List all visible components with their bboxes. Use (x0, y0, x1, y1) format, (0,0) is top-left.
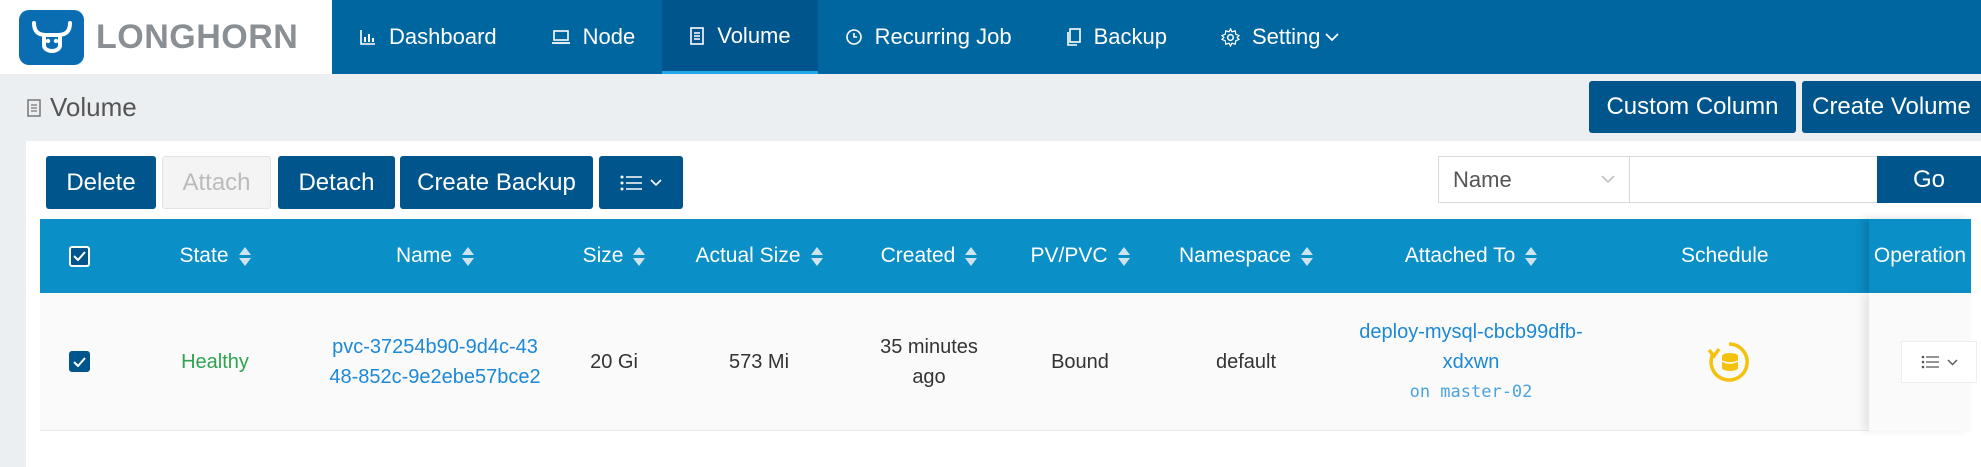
column-header-name[interactable]: Name (311, 219, 559, 293)
column-header-actual-size[interactable]: Actual Size (669, 219, 849, 293)
nav-setting[interactable]: Setting (1194, 0, 1368, 74)
laptop-icon (551, 30, 570, 44)
recurring-backup-icon[interactable] (1707, 340, 1751, 384)
check-icon (73, 251, 86, 261)
column-label: Schedule (1681, 244, 1769, 267)
create-volume-button[interactable]: Create Volume (1802, 81, 1981, 133)
schedule-cell (1681, 293, 1791, 430)
column-label: Created (880, 244, 956, 267)
nav-recurring-job[interactable]: Recurring Job (818, 0, 1039, 74)
table-header: State Name Size Actual Size Created PV/P… (40, 219, 1971, 293)
actual-size-cell: 573 Mi (728, 350, 790, 373)
detach-button[interactable]: Detach (278, 156, 395, 209)
copy-icon (1066, 28, 1081, 46)
column-label: Namespace (1178, 244, 1292, 267)
volume-icon (27, 98, 41, 117)
volume-icon (690, 26, 705, 45)
column-header-operation: Operation (1869, 219, 1971, 293)
sort-icon (462, 246, 475, 266)
volume-name-line: 48-852c-9e2ebe57bce2 (329, 365, 541, 388)
longhorn-logo-icon (19, 9, 84, 65)
volume-name-line: pvc-37254b90-9d4c-43 (332, 335, 538, 358)
nav-label: Backup (1093, 24, 1167, 49)
sort-icon (1525, 246, 1538, 266)
column-label: Actual Size (695, 244, 801, 267)
nav-label: Dashboard (389, 24, 497, 49)
select-all-checkbox[interactable] (69, 245, 90, 267)
create-backup-button[interactable]: Create Backup (400, 156, 593, 209)
row-checkbox[interactable] (69, 351, 90, 372)
delete-button[interactable]: Delete (46, 156, 156, 209)
column-header-size[interactable]: Size (559, 219, 669, 293)
custom-column-button[interactable]: Custom Column (1589, 81, 1796, 133)
page-title-text: Volume (50, 92, 137, 122)
main-nav: Dashboard Node Volume Recurring Job Back… (332, 0, 1367, 74)
nav-dashboard[interactable]: Dashboard (332, 0, 524, 74)
row-select-cell (40, 293, 119, 430)
logo[interactable]: LONGHORN (0, 0, 332, 74)
column-header-schedule: Schedule (1681, 219, 1871, 293)
created-line: 35 minutes (880, 335, 978, 358)
nav-volume[interactable]: Volume (662, 0, 818, 74)
chevron-down-icon (650, 178, 662, 186)
app-name: LONGHORN (96, 17, 299, 56)
page-title: Volume (26, 92, 137, 123)
column-label: State (179, 244, 229, 267)
column-header-state[interactable]: State (119, 219, 311, 293)
created-line: ago (912, 365, 946, 388)
chevron-down-icon (1947, 359, 1957, 365)
sort-icon (1301, 246, 1314, 266)
column-label: Operation (1873, 244, 1967, 267)
search-field-value: Name (1453, 166, 1512, 192)
column-label: Name (395, 244, 453, 267)
check-icon (73, 356, 86, 367)
sort-icon (965, 246, 978, 266)
chevron-down-icon (1601, 175, 1615, 184)
bar-chart-icon (360, 30, 375, 45)
column-header-created[interactable]: Created (849, 219, 1009, 293)
attached-to-cell: deploy-mysql-cbcb99dfb- xdxwn on master-… (1341, 293, 1601, 430)
column-label: Size (582, 244, 624, 267)
list-icon (1921, 355, 1939, 369)
nav-label: Node (582, 24, 636, 49)
attached-workload-link[interactable]: xdxwn (1443, 347, 1500, 377)
more-actions-button[interactable] (599, 156, 683, 209)
chevron-down-icon (1325, 33, 1340, 42)
column-label: Attached To (1404, 244, 1516, 267)
pv-pvc-cell: Bound (1051, 350, 1109, 373)
column-header-pv-pvc[interactable]: PV/PVC (1009, 219, 1151, 293)
namespace-cell: default (1215, 350, 1277, 373)
top-navigation-bar: LONGHORN Dashboard Node Volume Recurring… (0, 0, 1981, 74)
volume-name-link[interactable]: pvc-37254b90-9d4c-43 48-852c-9e2ebe57bce… (311, 293, 559, 430)
search-input[interactable] (1630, 156, 1878, 203)
nav-label: Setting (1251, 24, 1321, 49)
sort-icon (810, 246, 823, 266)
size-cell: 20 Gi (590, 350, 638, 373)
created-cell: 35 minutes ago (849, 293, 1009, 430)
operation-menu-button[interactable] (1901, 341, 1977, 383)
search-field-select[interactable]: Name (1438, 156, 1630, 203)
sort-icon (633, 246, 646, 266)
clock-icon (845, 29, 862, 45)
column-label: PV/PVC (1030, 244, 1108, 267)
attached-node: on master-02 (1409, 381, 1533, 402)
gear-icon (1220, 27, 1240, 47)
nav-label: Volume (717, 22, 791, 48)
nav-node[interactable]: Node (524, 0, 663, 74)
nav-backup[interactable]: Backup (1039, 0, 1194, 74)
go-button[interactable]: Go (1877, 156, 1981, 203)
sort-icon (1117, 246, 1130, 266)
nav-label: Recurring Job (874, 24, 1012, 49)
state-cell: Healthy (181, 350, 249, 373)
sort-icon (238, 246, 251, 266)
column-header-namespace[interactable]: Namespace (1151, 219, 1341, 293)
attached-workload-link[interactable]: deploy-mysql-cbcb99dfb- (1359, 317, 1582, 347)
attach-button[interactable]: Attach (162, 156, 271, 209)
select-all-cell (40, 219, 119, 293)
column-header-attached-to[interactable]: Attached To (1341, 219, 1601, 293)
list-icon (620, 175, 642, 190)
table-row: Healthy pvc-37254b90-9d4c-43 48-852c-9e2… (40, 293, 1977, 431)
